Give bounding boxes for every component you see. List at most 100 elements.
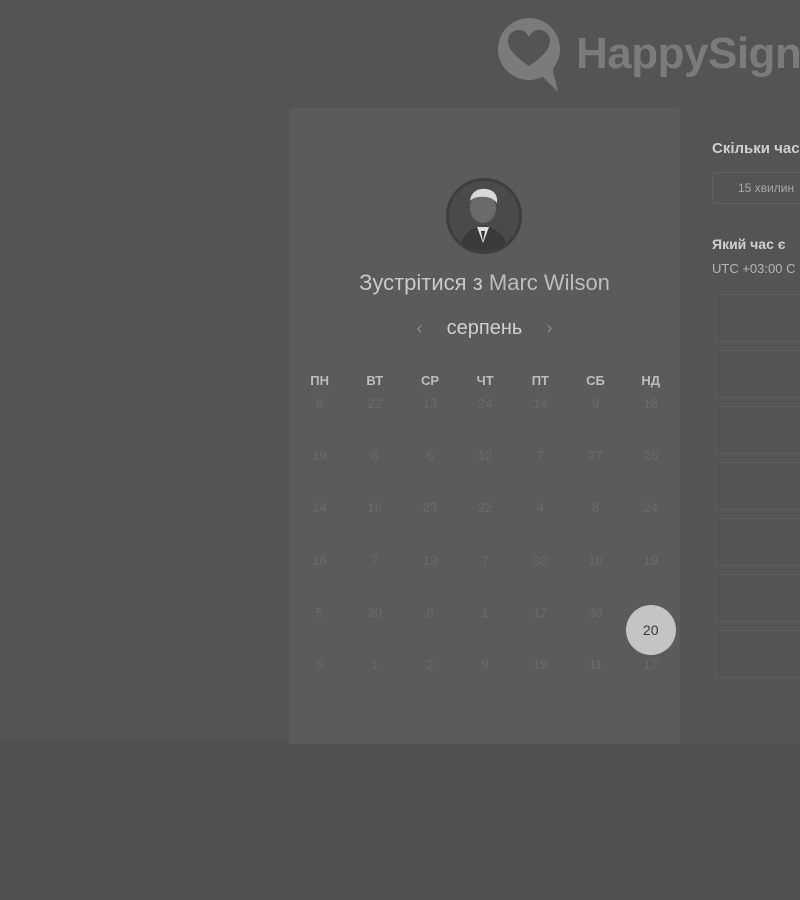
- calendar-day[interactable]: 9: [458, 651, 513, 703]
- calendar-day[interactable]: 22: [347, 390, 402, 442]
- calendar-day[interactable]: 16: [347, 494, 402, 546]
- calendar-day-number: 16: [367, 500, 383, 516]
- calendar-day[interactable]: 17: [623, 651, 678, 703]
- calendar-day-number: 19: [533, 656, 548, 672]
- booking-panel: Скільки часу 15 хвилин Який час є UTC +0…: [680, 108, 800, 744]
- month-label: серпень: [446, 316, 523, 339]
- calendar-day[interactable]: 6: [347, 442, 402, 494]
- calendar-day-number: 30: [533, 552, 548, 568]
- calendar-day[interactable]: 4: [513, 494, 568, 546]
- calendar-day[interactable]: 30: [568, 599, 623, 651]
- calendar-day-number: 14: [533, 396, 548, 411]
- calendar-day-number: 26: [643, 448, 658, 464]
- time-slot[interactable]: [715, 574, 800, 622]
- calendar-day[interactable]: 24: [623, 494, 678, 546]
- calendar-day-number: 5: [315, 656, 324, 672]
- weekday-header: ПН ВТ СР ЧТ ПТ СБ НД: [292, 373, 678, 388]
- calendar-day[interactable]: 7: [347, 547, 402, 599]
- calendar-day[interactable]: 17: [513, 599, 568, 651]
- calendar-day[interactable]: 14: [292, 494, 347, 546]
- calendar-day[interactable]: 14: [513, 390, 568, 442]
- calendar-day-number: 4: [536, 500, 544, 516]
- time-slot[interactable]: [715, 462, 800, 510]
- month-navigation: ‹ серпень ›: [289, 314, 680, 342]
- calendar-day[interactable]: 8: [292, 390, 347, 442]
- calendar-day[interactable]: 7: [513, 442, 568, 494]
- calendar-day-number: 17: [533, 604, 548, 620]
- time-slot[interactable]: [715, 630, 800, 678]
- weekday-label: ПН: [310, 373, 329, 388]
- calendar-day[interactable]: 19: [292, 442, 347, 494]
- calendar-day[interactable]: 5: [292, 651, 347, 703]
- weekday-label: СР: [420, 373, 439, 388]
- calendar-day-number: 7: [481, 552, 489, 568]
- calendar-day-number: 1: [481, 604, 489, 620]
- logo: HappySign: [494, 16, 800, 92]
- calendar-day-number: 7: [371, 552, 379, 568]
- calendar-day[interactable]: 9: [568, 390, 623, 442]
- calendar-day[interactable]: 7: [458, 547, 513, 599]
- calendar-day[interactable]: 27: [568, 442, 623, 494]
- heart-chat-icon: [498, 18, 560, 92]
- calendar-day[interactable]: 19: [623, 547, 678, 599]
- calendar-day-number: 22: [367, 396, 383, 411]
- calendar-day[interactable]: 11: [568, 651, 623, 703]
- weekday-label: ЧТ: [476, 373, 494, 388]
- time-slot[interactable]: [715, 518, 800, 566]
- calendar-day[interactable]: 13: [402, 547, 457, 599]
- calendar-day[interactable]: 30: [347, 599, 402, 651]
- calendar-day[interactable]: 26: [623, 442, 678, 494]
- calendar-day[interactable]: 19: [513, 651, 568, 703]
- calendar-day[interactable]: 6: [402, 442, 457, 494]
- calendar-day-number: 24: [477, 396, 493, 411]
- calendar-day-number: 13: [422, 552, 438, 568]
- calendar-day[interactable]: 24: [458, 390, 513, 442]
- calendar-day-number: 22: [477, 500, 493, 516]
- timezone-label[interactable]: UTC +03:00 С: [712, 261, 795, 276]
- logo-text: HappySign: [576, 29, 800, 78]
- calendar-day-number: 16: [312, 552, 327, 568]
- calendar-day-number: 7: [536, 448, 544, 464]
- calendar-day-number: 30: [367, 604, 383, 620]
- calendar-day[interactable]: 2: [402, 651, 457, 703]
- duration-option[interactable]: 15 хвилин: [712, 172, 800, 204]
- calendar-day[interactable]: 18: [623, 390, 678, 442]
- calendar-day[interactable]: 16: [292, 547, 347, 599]
- calendar-day[interactable]: 8: [568, 494, 623, 546]
- chevron-left-icon[interactable]: ‹: [409, 317, 431, 339]
- calendar-day[interactable]: 1: [347, 651, 402, 703]
- calendar-day-number: 2: [426, 656, 434, 672]
- chevron-right-icon[interactable]: ›: [538, 317, 560, 339]
- calendar-day[interactable]: 1: [458, 599, 513, 651]
- calendar-day-number: 9: [481, 656, 489, 672]
- calendar-grid: 8 22 13 24 14 9 18 19 6 6 12 7 27 26 14 16 23 22 4 8 24 16 7 13…: [292, 390, 678, 703]
- calendar-day[interactable]: 12: [458, 442, 513, 494]
- calendar-day[interactable]: 13: [402, 390, 457, 442]
- calendar-day-number: 12: [477, 448, 493, 464]
- time-slot[interactable]: [715, 350, 800, 398]
- calendar-day-number: 27: [588, 448, 603, 464]
- time-slot[interactable]: [715, 294, 800, 342]
- calendar-day[interactable]: 10: [568, 547, 623, 599]
- calendar-day[interactable]: 5: [292, 599, 347, 651]
- calendar-day-selected[interactable]: 20: [623, 599, 678, 655]
- calendar-day-number: 11: [588, 656, 603, 672]
- time-slot[interactable]: [715, 406, 800, 454]
- time-question: Який час є: [712, 236, 786, 252]
- calendar-day[interactable]: 23: [402, 494, 457, 546]
- calendar-day-number: 6: [426, 448, 434, 464]
- weekday-label: НД: [641, 373, 661, 388]
- duration-question: Скільки часу: [712, 140, 800, 157]
- calendar-day[interactable]: 22: [458, 494, 513, 546]
- calendar-day-number: 18: [643, 396, 658, 411]
- weekday-label: ВТ: [366, 373, 384, 388]
- avatar: [446, 178, 522, 254]
- calendar-day[interactable]: 8: [402, 599, 457, 651]
- calendar-day-number: 13: [422, 396, 438, 411]
- calendar-day-number: 6: [371, 448, 379, 464]
- calendar-day-number: 8: [315, 396, 324, 411]
- meeting-title: Зустрітися з Marc Wilson: [289, 270, 680, 296]
- calendar-day[interactable]: 30: [513, 547, 568, 599]
- calendar-day-number: 20: [625, 604, 676, 655]
- calendar-day-number: 5: [315, 604, 324, 620]
